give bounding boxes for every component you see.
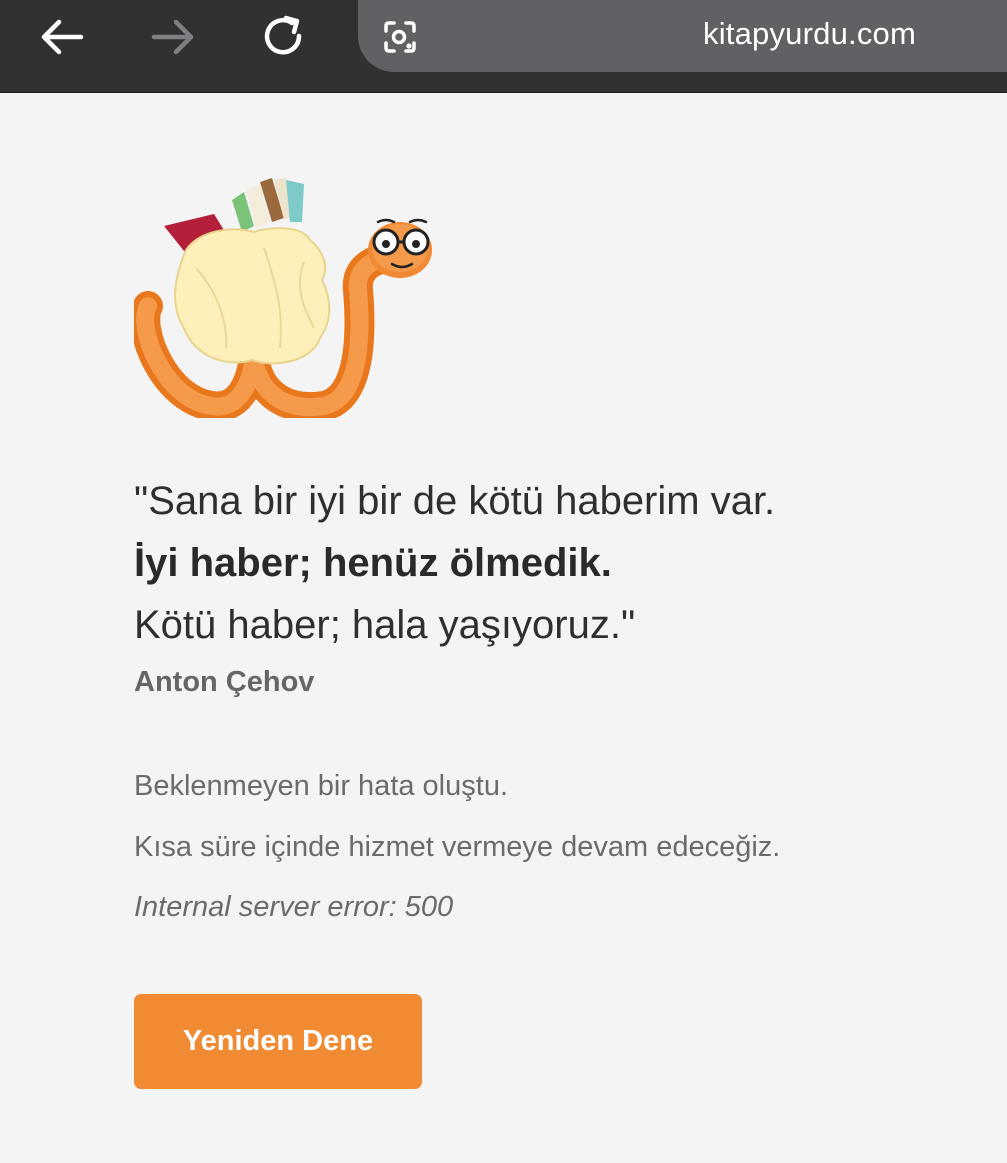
reload-icon	[264, 15, 302, 55]
address-bar[interactable]: kitapyurdu.com	[358, 0, 1007, 72]
retry-button[interactable]: Yeniden Dene	[134, 994, 422, 1089]
url-text[interactable]: kitapyurdu.com	[703, 16, 916, 52]
lens-camera-icon[interactable]	[380, 17, 420, 57]
reload-button[interactable]	[256, 10, 312, 64]
quote-line-2: İyi haber; henüz ölmedik.	[134, 541, 612, 585]
quote-line-1: "Sana bir iyi bir de kötü haberim var.	[134, 479, 776, 523]
error-message: Beklenmeyen bir hata oluştu.	[134, 770, 508, 802]
bookworm-mascot-illustration	[134, 178, 432, 418]
error-subtext: Kısa süre içinde hizmet vermeye devam ed…	[134, 831, 781, 863]
quote-line-3: Kötü haber; hala yaşıyoruz."	[134, 603, 636, 647]
browser-toolbar: kitapyurdu.com	[0, 0, 1007, 93]
arrow-left-icon	[41, 19, 84, 55]
back-button[interactable]	[34, 10, 90, 64]
error-code: Internal server error: 500	[134, 891, 454, 923]
quote-text: "Sana bir iyi bir de kötü haberim var. İ…	[134, 470, 775, 656]
arrow-right-icon	[151, 19, 194, 55]
forward-button[interactable]	[145, 10, 201, 64]
quote-author: Anton Çehov	[134, 666, 315, 698]
